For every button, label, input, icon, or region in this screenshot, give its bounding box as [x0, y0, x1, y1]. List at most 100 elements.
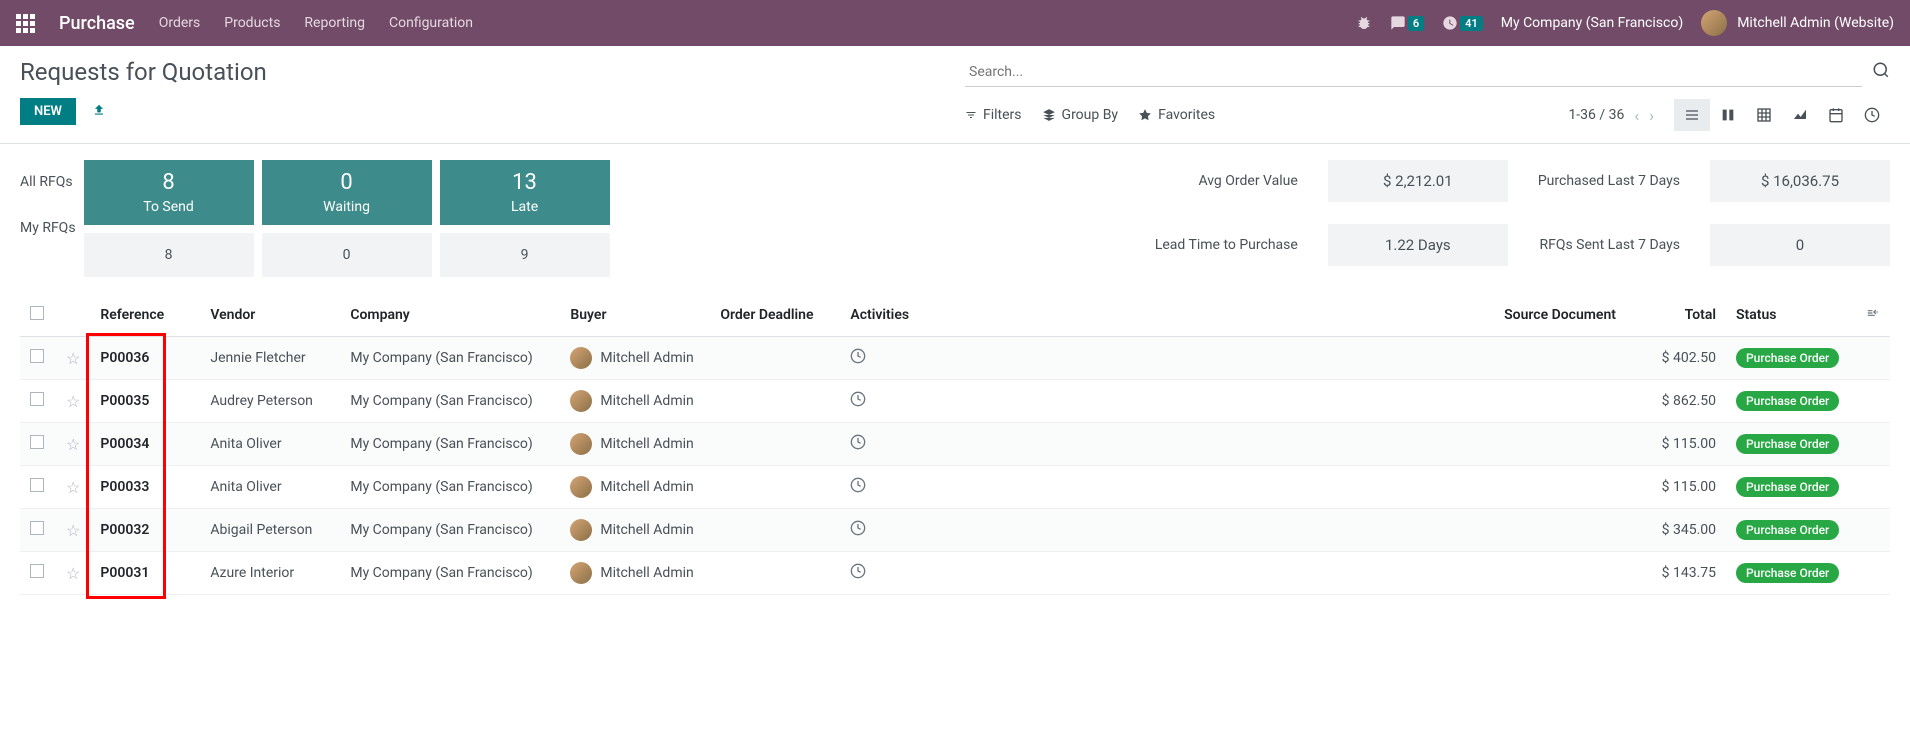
stat-label-2: Lead Time to Purchase [1155, 237, 1298, 253]
all-rfqs-label[interactable]: All RFQs [20, 174, 76, 190]
discuss-icon[interactable]: 6 [1390, 15, 1424, 31]
table-row[interactable]: ☆ P00032 Abigail Peterson My Company (Sa… [20, 509, 1890, 552]
stat-val-2[interactable]: 1.22 Days [1328, 224, 1508, 266]
ref-cell: P00031 [90, 552, 200, 595]
table-header-row: Reference Vendor Company Buyer Order Dea… [20, 293, 1890, 337]
card-to-send[interactable]: 8 To Send [84, 160, 254, 225]
star-icon[interactable]: ☆ [66, 349, 80, 368]
row-checkbox[interactable] [30, 392, 44, 406]
avatar-icon [570, 476, 592, 498]
view-list-icon[interactable] [1674, 99, 1710, 131]
th-options [1856, 293, 1890, 337]
th-vendor[interactable]: Vendor [200, 293, 340, 337]
activities-cell[interactable] [840, 380, 960, 423]
th-status[interactable]: Status [1726, 293, 1856, 337]
star-icon[interactable]: ☆ [66, 564, 80, 583]
status-cell: Purchase Order [1726, 466, 1856, 509]
card-txt: Late [440, 199, 610, 215]
company-switcher[interactable]: My Company (San Francisco) [1501, 15, 1683, 31]
my-card-0[interactable]: 8 [84, 233, 254, 277]
row-checkbox[interactable] [30, 349, 44, 363]
th-source[interactable]: Source Document [960, 293, 1626, 337]
cp-right: Filters Group By Favorites 1-36 / 36 ‹ › [965, 58, 1890, 131]
table-row[interactable]: ☆ P00031 Azure Interior My Company (San … [20, 552, 1890, 595]
favorites-button[interactable]: Favorites [1138, 107, 1215, 123]
new-button[interactable]: NEW [20, 98, 76, 125]
company-name: My Company (San Francisco) [1501, 15, 1683, 31]
nav-products[interactable]: Products [224, 15, 280, 31]
ref-cell: P00033 [90, 466, 200, 509]
card-num: 0 [262, 170, 432, 195]
stat-val-0[interactable]: $ 2,212.01 [1328, 160, 1508, 202]
table-row[interactable]: ☆ P00035 Audrey Peterson My Company (San… [20, 380, 1890, 423]
my-card-1[interactable]: 0 [262, 233, 432, 277]
view-activity-icon[interactable] [1854, 99, 1890, 131]
star-icon[interactable]: ☆ [66, 392, 80, 411]
source-cell [960, 337, 1626, 380]
th-buyer[interactable]: Buyer [560, 293, 710, 337]
user-menu[interactable]: Mitchell Admin (Website) [1701, 10, 1894, 36]
clock-icon [850, 521, 866, 540]
view-pivot-icon[interactable] [1746, 99, 1782, 131]
table-row[interactable]: ☆ P00036 Jennie Fletcher My Company (San… [20, 337, 1890, 380]
card-late[interactable]: 13 Late [440, 160, 610, 225]
row-checkbox[interactable] [30, 564, 44, 578]
activities-cell[interactable] [840, 337, 960, 380]
nav-reporting[interactable]: Reporting [304, 15, 365, 31]
search-icon[interactable] [1872, 61, 1890, 84]
stat-label-3: RFQs Sent Last 7 Days [1538, 237, 1680, 253]
star-icon[interactable]: ☆ [66, 521, 80, 540]
row-checkbox[interactable] [30, 521, 44, 535]
nav-configuration[interactable]: Configuration [389, 15, 473, 31]
activities-cell[interactable] [840, 466, 960, 509]
dash-left: All RFQs My RFQs 8 To Send 0 Waiting 13 … [20, 160, 610, 277]
activities-cell[interactable] [840, 552, 960, 595]
pager-prev-icon[interactable]: ‹ [1634, 106, 1639, 125]
view-kanban-icon[interactable] [1710, 99, 1746, 131]
avatar-icon [570, 562, 592, 584]
view-graph-icon[interactable] [1782, 99, 1818, 131]
upload-icon[interactable] [92, 103, 106, 121]
navbar-right: 6 41 My Company (San Francisco) Mitchell… [1356, 10, 1894, 36]
stat-val-3[interactable]: 0 [1710, 224, 1890, 266]
th-company[interactable]: Company [340, 293, 560, 337]
groupby-button[interactable]: Group By [1042, 107, 1119, 123]
company-cell: My Company (San Francisco) [340, 509, 560, 552]
stat-val-1[interactable]: $ 16,036.75 [1710, 160, 1890, 202]
th-total[interactable]: Total [1626, 293, 1726, 337]
status-badge: Purchase Order [1736, 391, 1839, 411]
row-checkbox[interactable] [30, 478, 44, 492]
th-activities[interactable]: Activities [840, 293, 960, 337]
table-row[interactable]: ☆ P00034 Anita Oliver My Company (San Fr… [20, 423, 1890, 466]
options-icon[interactable] [1866, 305, 1880, 324]
clock-icon [850, 435, 866, 454]
table-row[interactable]: ☆ P00033 Anita Oliver My Company (San Fr… [20, 466, 1890, 509]
apps-icon[interactable] [16, 14, 35, 33]
th-reference[interactable]: Reference [90, 293, 200, 337]
pager-next-icon[interactable]: › [1649, 106, 1654, 125]
activities-cell[interactable] [840, 423, 960, 466]
row-checkbox[interactable] [30, 435, 44, 449]
my-rfqs-label[interactable]: My RFQs [20, 220, 76, 236]
th-deadline[interactable]: Order Deadline [710, 293, 840, 337]
filters-button[interactable]: Filters [965, 107, 1022, 123]
activity-icon[interactable]: 41 [1442, 15, 1483, 31]
my-card-2[interactable]: 9 [440, 233, 610, 277]
brand-title[interactable]: Purchase [59, 13, 135, 34]
filter-row: Filters Group By Favorites 1-36 / 36 ‹ › [965, 99, 1890, 131]
activity-badge: 41 [1460, 16, 1483, 31]
view-calendar-icon[interactable] [1818, 99, 1854, 131]
groupby-label: Group By [1062, 107, 1119, 123]
star-icon[interactable]: ☆ [66, 478, 80, 497]
nav-orders[interactable]: Orders [159, 15, 201, 31]
star-icon[interactable]: ☆ [66, 435, 80, 454]
view-buttons [1674, 99, 1890, 131]
activities-cell[interactable] [840, 509, 960, 552]
checkbox-all[interactable] [30, 306, 44, 320]
card-waiting[interactable]: 0 Waiting [262, 160, 432, 225]
search-input[interactable] [965, 58, 1862, 87]
deadline-cell [710, 380, 840, 423]
debug-icon[interactable] [1356, 15, 1372, 31]
layers-icon [1042, 108, 1056, 122]
status-cell: Purchase Order [1726, 423, 1856, 466]
